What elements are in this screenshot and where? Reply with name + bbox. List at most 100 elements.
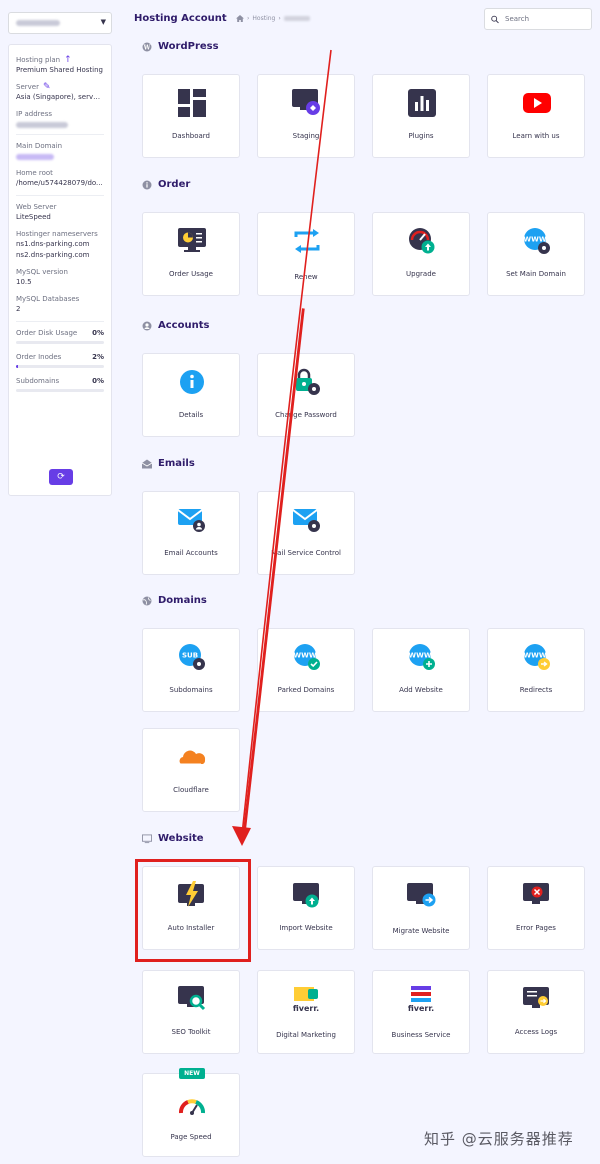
search-box[interactable] [484,8,592,30]
tile-order-usage[interactable]: Order Usage [142,212,240,296]
tile-upgrade[interactable]: Upgrade [372,212,470,296]
plugins-icon [406,89,438,117]
mysql-version-label: MySQL version [16,268,68,276]
order-usage-icon [176,227,208,255]
envelope-open-icon [142,459,152,469]
new-badge: NEW [179,1068,205,1079]
usage-inodes: Order Inodes 2% [16,353,104,361]
wordpress-icon: W [142,42,152,52]
access-logs-icon [521,985,553,1013]
upgrade-gauge-icon [406,227,438,255]
monitor-icon [142,833,152,844]
web-server-label: Web Server [16,203,57,211]
nameserver-1: ns1.dns-parking.com [16,240,90,248]
annotation-highlight-box [135,859,251,962]
refresh-icon: ⟳ [57,472,65,482]
chevron-down-icon: ▼ [100,18,106,26]
tile-email-accounts[interactable]: Email Accounts [142,491,240,575]
cloudflare-icon [176,743,208,771]
migrate-website-icon [406,881,438,909]
home-root-label: Home root [16,169,53,177]
import-website-icon [291,881,323,909]
section-domains: Domains [142,595,207,606]
mysql-databases-value: 2 [16,305,21,313]
pencil-icon[interactable]: ✎ [43,82,51,92]
tile-dashboard[interactable]: Dashboard [142,74,240,158]
ip-address-value-blurred [16,122,68,128]
www-check-icon: WWW [291,643,323,671]
section-order: Order [142,179,190,190]
hosting-info-card: Hosting plan ↑ Premium Shared Hosting Se… [8,44,112,496]
tile-error-pages[interactable]: Error Pages [487,866,585,950]
tile-add-website[interactable]: WWW Add Website [372,628,470,712]
tile-parked-domains[interactable]: WWW Parked Domains [257,628,355,712]
tile-renew[interactable]: Renew [257,212,355,296]
tile-seo-toolkit[interactable]: SEO Toolkit [142,970,240,1054]
tile-access-logs[interactable]: Access Logs [487,970,585,1054]
section-accounts: Accounts [142,320,209,331]
tile-subdomains[interactable]: SUB Subdomains [142,628,240,712]
tile-learn-with-us[interactable]: Learn with us [487,74,585,158]
arrow-up-icon[interactable]: ↑ [64,55,72,65]
tile-staging[interactable]: Staging [257,74,355,158]
home-root-value: /home/u574428079/do... [16,179,103,187]
svg-text:W: W [143,44,151,51]
page-title: Hosting Account [134,13,227,24]
tile-digital-marketing[interactable]: fiverr. Digital Marketing [257,970,355,1054]
email-gear-icon [291,506,323,534]
ip-address-label: IP address [16,110,53,118]
usage-inodes-bar [16,365,104,368]
tile-business-service[interactable]: fiverr. Business Service [372,970,470,1054]
tile-page-speed[interactable]: NEW Page Speed [142,1068,240,1157]
tile-plugins[interactable]: Plugins [372,74,470,158]
subdomain-gear-icon: SUB [176,643,208,671]
domain-select-value-blurred [16,20,60,26]
mysql-version-value: 10.5 [16,278,32,286]
page-speed-gauge-icon [176,1092,208,1120]
renew-icon [291,227,323,255]
breadcrumb: › Hosting › [236,15,310,22]
lock-gear-icon [291,368,323,396]
tile-change-password[interactable]: Change Password [257,353,355,437]
svg-text:fiverr.: fiverr. [408,1004,434,1013]
seo-toolkit-icon [176,985,208,1013]
tile-cloudflare[interactable]: Cloudflare [142,728,240,812]
main-domain-value-blurred[interactable] [16,154,54,160]
search-icon [491,15,499,23]
user-circle-icon [142,321,152,331]
www-gear-icon: WWW [521,227,553,255]
usage-disk-bar [16,341,104,344]
tile-details[interactable]: Details [142,353,240,437]
nameservers-label: Hostinger nameservers [16,230,98,238]
usage-disk: Order Disk Usage 0% [16,329,104,337]
section-website: Website [142,833,204,844]
tile-import-website[interactable]: Import Website [257,866,355,950]
breadcrumb-hosting[interactable]: Hosting [252,15,275,22]
tile-set-main-domain[interactable]: WWW Set Main Domain [487,212,585,296]
info-circle-icon [142,180,152,190]
youtube-icon [521,89,553,117]
fiverr-business-icon: fiverr. [406,985,438,1013]
email-user-icon [176,506,208,534]
mysql-databases-label: MySQL Databases [16,295,80,303]
refresh-button[interactable]: ⟳ [49,469,73,485]
breadcrumb-domain-blurred [283,16,310,21]
section-wordpress: W WordPress [142,41,219,52]
home-icon[interactable] [236,15,244,22]
www-redirect-icon: WWW [521,643,553,671]
svg-text:fiverr.: fiverr. [293,1004,319,1013]
tile-redirects[interactable]: WWW Redirects [487,628,585,712]
fiverr-marketing-icon: fiverr. [291,985,323,1013]
usage-subdomains: Subdomains 0% [16,377,104,385]
main-domain-label: Main Domain [16,142,63,150]
search-input[interactable] [505,15,585,23]
svg-text:SUB: SUB [182,652,198,660]
tile-migrate-website[interactable]: Migrate Website [372,866,470,950]
tile-mail-service-control[interactable]: Mail Service Control [257,491,355,575]
hosting-plan-label: Hosting plan ↑ [16,55,72,65]
web-server-value: LiteSpeed [16,213,51,221]
error-pages-icon [521,881,553,909]
section-emails: Emails [142,458,195,469]
domain-select[interactable]: ▼ [8,12,112,34]
watermark-text: 知乎 @云服务器推荐 [424,1130,574,1148]
